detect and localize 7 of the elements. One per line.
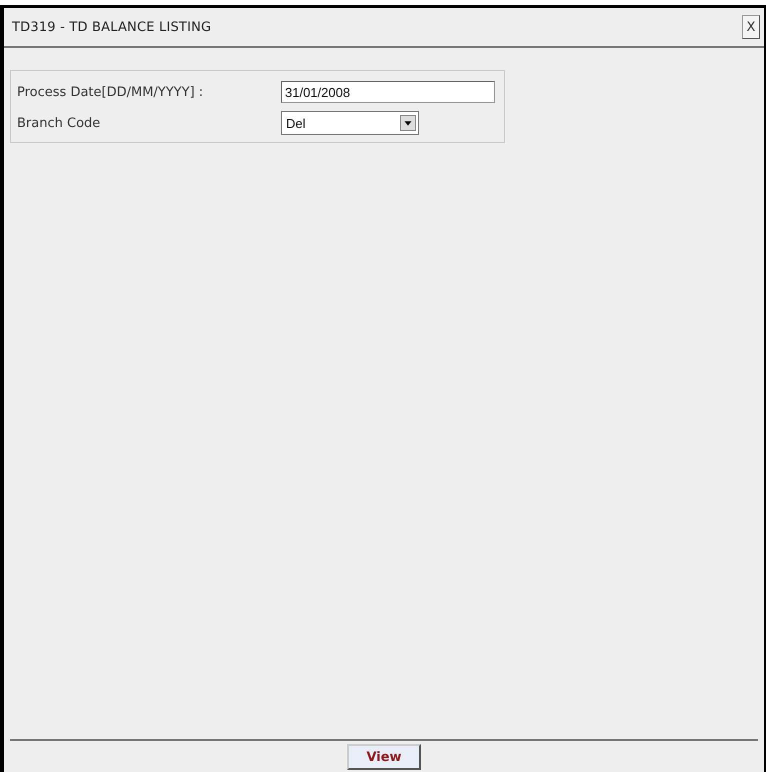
field-label: Branch Code (17, 116, 102, 130)
branch-dropdown[interactable]: Del (281, 111, 419, 135)
window-title: TD319 - TD BALANCE LISTING (12, 20, 212, 34)
close-button[interactable]: X (742, 15, 760, 39)
date-field[interactable]: 31/01/2008 (281, 81, 495, 103)
view-button[interactable]: View (347, 744, 421, 770)
field-label: Process Date[DD/MM/YYYY] : (17, 84, 204, 100)
